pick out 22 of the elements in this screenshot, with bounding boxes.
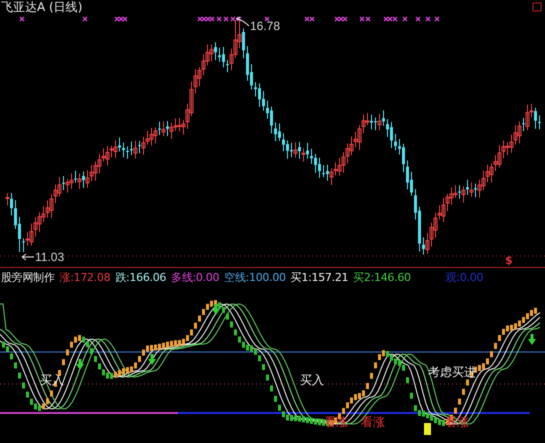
indicator-value: 多线:0.00 (171, 270, 220, 284)
indicator-value: 涨:172.08 (60, 270, 110, 284)
window-icon[interactable] (532, 2, 542, 12)
indicator-value: 跌:166.06 (115, 270, 166, 284)
indicator-name: 股旁网制作 (1, 270, 55, 284)
down-arrow-icon (76, 359, 84, 370)
down-arrow-icon (148, 354, 156, 365)
indicator-value: 买2:146.60 (353, 270, 411, 284)
marker-block (424, 423, 431, 435)
indicator-value: 空线:100.00 (224, 270, 286, 284)
down-arrow-icon (528, 334, 536, 345)
price-label: 11.03 (35, 251, 64, 264)
rise-signal-label: 看涨 (361, 415, 385, 429)
signal-mark: $ (505, 255, 513, 267)
stock-title: 飞亚达A (日线) (1, 0, 82, 15)
price-label: 16.78 (250, 20, 280, 33)
indicator-value: 买1:157.21 (290, 270, 348, 284)
pointer-line (236, 16, 250, 26)
indicator-value: 观:0.00 (446, 270, 484, 284)
buy-signal-label: 买入 (300, 373, 324, 387)
down-arrow-icon (212, 304, 220, 315)
arrow-icon (22, 254, 34, 260)
